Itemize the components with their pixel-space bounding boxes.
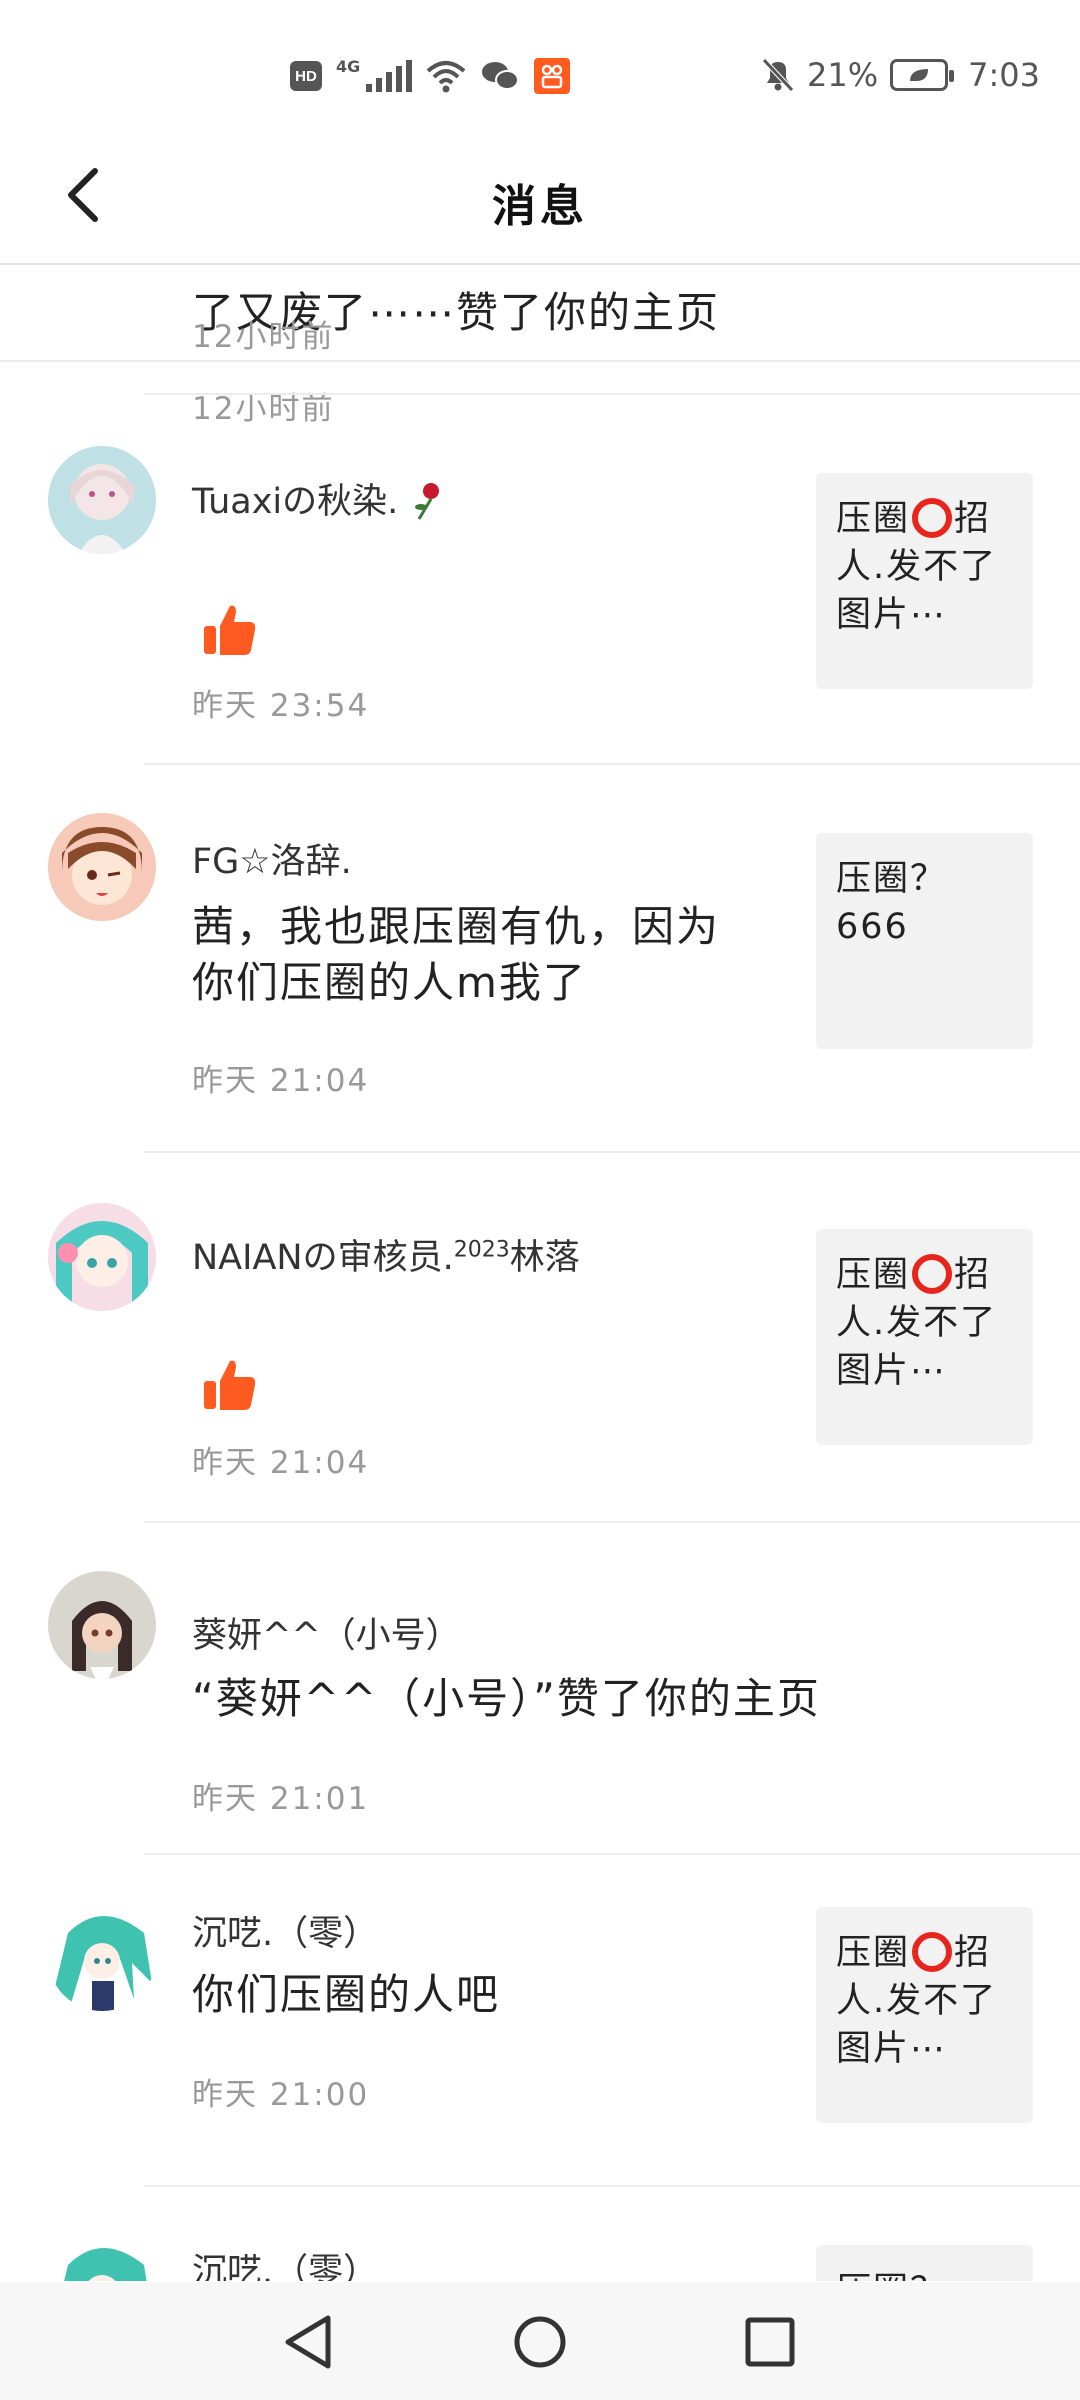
battery-percent: 21% [807,56,879,94]
red-ring-icon [912,498,953,538]
avatar[interactable] [48,446,156,554]
post-preview[interactable]: 压圈？666 [816,833,1033,1049]
sender-name[interactable]: NAIANの审核员.2023林落 [192,1229,580,1280]
post-preview[interactable]: 压圈 招人.发不了图片⋯ [816,473,1033,689]
status-bar: HD 4G 21% 7:03 [0,0,1080,130]
sender-name[interactable]: Tuaxiの秋染. [192,473,445,524]
post-preview[interactable]: 压圈？666 [816,2245,1033,2281]
message-content: 你们压圈的人吧 [192,1970,501,2019]
message-time: 昨天 21:01 [192,1781,370,1817]
wifi-icon [426,61,466,93]
message-time: 昨天 21:04 [192,1063,370,1099]
nav-back-button[interactable] [276,2310,340,2374]
avatar[interactable] [48,1571,156,1679]
wechat-icon [482,62,520,90]
network-type: 4G [336,56,361,76]
triangle-back-icon [285,2315,331,2369]
message-content: “葵妍^^（小号）”赞了你的主页 [192,1674,821,1723]
sender-name[interactable]: 葵妍^^（小号） [192,1607,461,1658]
red-ring-icon [912,1932,953,1972]
list-item[interactable]: 12小时前 [0,265,1080,395]
list-item[interactable]: Tuaxiの秋染. 昨天 23:54 压圈 招人.发不了图片⋯ [0,395,1080,765]
message-time: 昨天 21:00 [192,2077,370,2113]
mute-bell-icon [762,58,794,92]
kuaishou-app-icon [534,58,571,94]
battery-icon [890,59,955,91]
list-item[interactable]: NAIANの审核员.2023林落 昨天 21:04 压圈 招人.发不了图片⋯ [0,1153,1080,1523]
list-item[interactable]: 沉呓.（零） 你们压圈的人吧 昨天 21:00 压圈 招人.发不了图片⋯ [0,1855,1080,2187]
list-item[interactable]: FG☆洛辞. 茜，我也跟压圈有仇，因为你们压圈的人m我了 昨天 21:04 压圈… [0,765,1080,1153]
message-time: 昨天 23:54 [192,688,370,724]
square-recents-icon [745,2317,795,2367]
page-title: 消息 [492,181,588,232]
avatar[interactable] [48,1203,156,1311]
rose-icon [415,483,440,520]
circle-home-icon [514,2316,566,2368]
message-time: 12小时前 [192,319,335,355]
list-item[interactable]: 沉呓.（零） 压圈？666 [0,2187,1080,2281]
status-left: HD 4G [290,56,571,94]
post-preview[interactable]: 压圈 招人.发不了图片⋯ [816,1229,1033,1445]
sender-name[interactable]: FG☆洛辞. [192,833,352,884]
nav-home-button[interactable] [508,2310,572,2374]
thumbs-up-icon [204,605,256,655]
status-right: 21% 7:03 [761,56,1040,94]
signal-icon [366,60,413,92]
sender-name[interactable]: 沉呓.（零） [192,2243,378,2281]
red-ring-icon [912,1254,953,1294]
avatar[interactable] [48,1903,156,2011]
post-preview[interactable]: 压圈 招人.发不了图片⋯ [816,1907,1033,2123]
thumbs-up-icon [204,1360,256,1410]
message-content: 茜，我也跟压圈有仇，因为你们压圈的人m我了 [192,902,721,1007]
status-time: 7:03 [968,56,1040,94]
avatar[interactable] [48,2235,156,2281]
top-app-bar: 消息 [0,130,1080,265]
message-list[interactable]: 了又废了⋯⋯赞了你的主页 12小时前 12小时前 Tuaxiの秋染. 昨天 23… [0,265,1080,2281]
sender-name[interactable]: 沉呓.（零） [192,1905,378,1956]
avatar[interactable] [48,813,156,921]
system-nav-bar [0,2282,1080,2400]
list-item[interactable]: 葵妍^^（小号） “葵妍^^（小号）”赞了你的主页 昨天 21:01 [0,1523,1080,1855]
nav-recents-button[interactable] [738,2310,802,2374]
message-time: 昨天 21:04 [192,1445,370,1481]
hd-icon: HD [290,61,322,91]
